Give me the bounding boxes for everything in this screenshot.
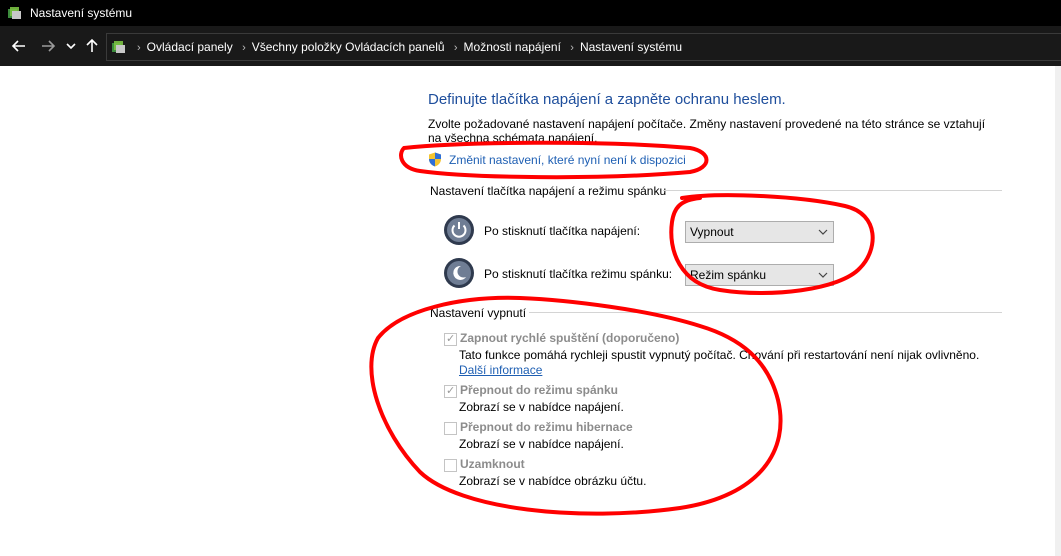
chevron-down-icon	[66, 43, 76, 50]
chevron-right-icon: ›	[453, 42, 458, 54]
hibernate-menu-label: Přepnout do režimu hibernace	[460, 420, 633, 434]
page-description: Zvolte požadované nastavení napájení poč…	[428, 117, 986, 145]
chevron-right-icon: ›	[137, 42, 141, 54]
breadcrumb: › Ovládací panely › Všechny položky Ovláda…	[131, 34, 682, 60]
group-divider	[529, 312, 1002, 313]
arrow-right-icon	[42, 40, 56, 52]
sleep-button-action-select[interactable]: Režim spánku	[685, 264, 834, 286]
sleep-button-label: Po stisknutí tlačítka režimu spánku:	[484, 267, 673, 281]
page-title: Definujte tlačítka napájení a zapněte oc…	[428, 91, 786, 108]
power-button-icon	[444, 215, 474, 245]
more-info-link[interactable]: Další informace	[459, 363, 542, 377]
change-unavailable-settings-link[interactable]: Změnit nastavení, které nyní není k disp…	[449, 153, 686, 167]
power-button-label: Po stisknutí tlačítka napájení:	[484, 224, 641, 238]
recent-locations-button[interactable]	[64, 34, 78, 58]
sleep-menu-checkbox[interactable]: ✓	[444, 385, 457, 398]
title-bar: Nastavení systému	[0, 0, 1061, 26]
chevron-down-icon	[818, 229, 828, 235]
group-divider	[663, 190, 1002, 191]
breadcrumb-all-items[interactable]: Všechny položky Ovládacích panelů	[252, 40, 445, 54]
up-button[interactable]	[82, 34, 102, 58]
scrollbar[interactable]	[1055, 66, 1061, 556]
lock-menu-label: Uzamknout	[460, 457, 525, 471]
power-options-icon	[112, 41, 125, 53]
lock-menu-checkbox[interactable]	[444, 459, 457, 472]
chevron-right-icon: ›	[570, 42, 574, 54]
sleep-button-icon	[444, 258, 474, 288]
sleep-button-action-value: Režim spánku	[690, 268, 767, 282]
arrow-up-icon	[86, 38, 98, 52]
breadcrumb-control-panel[interactable]: Ovládací panely	[147, 40, 233, 54]
back-button[interactable]	[8, 34, 30, 58]
fast-startup-label: Zapnout rychlé spuštění (doporučeno)	[460, 331, 680, 345]
arrow-left-icon	[11, 40, 25, 52]
chevron-right-icon: ›	[242, 42, 246, 54]
power-button-action-select[interactable]: Vypnout	[685, 221, 834, 243]
power-buttons-group-label: Nastavení tlačítka napájení a režimu spá…	[430, 184, 667, 198]
lock-menu-description: Zobrazí se v nabídce obrázku účtu.	[459, 474, 647, 488]
hibernate-menu-checkbox[interactable]	[444, 422, 457, 435]
window-title: Nastavení systému	[30, 6, 133, 20]
fast-startup-checkbox[interactable]: ✓	[444, 333, 457, 346]
fast-startup-description: Tato funkce pomáhá rychleji spustit vypn…	[459, 348, 980, 362]
checkmark-icon: ✓	[446, 333, 456, 345]
breadcrumb-system-settings[interactable]: Nastavení systému	[580, 40, 682, 54]
forward-button[interactable]	[37, 34, 59, 58]
sleep-menu-description: Zobrazí se v nabídce napájení.	[459, 400, 624, 414]
shutdown-group-label: Nastavení vypnutí	[430, 306, 527, 320]
checkmark-icon: ✓	[446, 385, 456, 397]
sleep-menu-label: Přepnout do režimu spánku	[460, 383, 619, 397]
chevron-down-icon	[818, 272, 828, 278]
power-options-icon	[8, 7, 21, 19]
address-bar[interactable]: › Ovládací panely › Všechny položky Ovláda…	[106, 33, 1061, 61]
power-button-action-value: Vypnout	[690, 225, 734, 239]
navigation-bar: › Ovládací panely › Všechny položky Ovláda…	[0, 26, 1061, 66]
uac-shield-icon	[429, 152, 441, 167]
hibernate-menu-description: Zobrazí se v nabídce napájení.	[459, 437, 624, 451]
breadcrumb-power-options[interactable]: Možnosti napájení	[464, 40, 561, 54]
